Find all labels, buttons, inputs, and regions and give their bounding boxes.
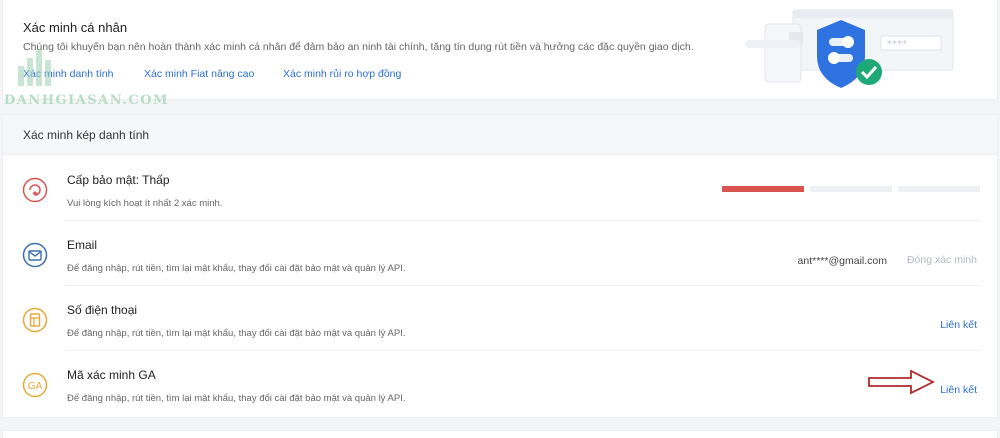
security-level-title: Cấp bảo mật: Thấp [67,173,170,187]
ga-description: Để đăng nhập, rút tiền, tìm lại mật khẩu… [67,393,406,404]
phone-description: Để đăng nhập, rút tiền, tìm lại mật khẩu… [67,328,406,339]
security-level-row: Cấp bảo mật: Thấp Vui lòng kích hoạt ít … [3,156,999,221]
two-factor-card: Xác minh kép danh tính Cấp bảo mật: Thấp… [2,114,998,418]
watermark-text: DANHGIASAN.COM [4,93,169,108]
phone-icon [22,307,48,333]
personal-verification-card: Xác minh cá nhân Chúng tôi khuyến bạn nê… [2,0,998,100]
email-row: Email Để đăng nhập, rút tiền, tìm lại mậ… [3,221,999,286]
link-ga-button[interactable]: Liên kết [940,384,977,396]
security-illustration: **** [745,9,954,88]
phone-row: Số điện thoại Để đăng nhập, rút tiền, tì… [3,286,999,351]
phone-title: Số điện thoại [67,303,138,317]
ga-icon: GA [22,372,48,398]
ga-icon-text: GA [28,381,43,392]
fiat-verification-link[interactable]: Xác minh Fiat nâng cao [144,68,283,80]
link-phone-button[interactable]: Liên kết [940,319,977,331]
two-factor-header: Xác minh kép danh tính [3,115,997,155]
ga-title: Mã xác minh GA [67,368,156,382]
security-level-segment-3 [898,186,980,192]
security-level-icon [22,177,48,203]
security-level-segment-2 [810,186,892,192]
security-level-bar [722,186,980,192]
security-level-description: Vui lòng kích hoạt ít nhất 2 xác minh. [67,198,223,209]
next-card [2,430,998,438]
illustration-password-text: **** [887,39,907,50]
arrow-icon [868,369,936,395]
watermark-logo [18,50,51,86]
ga-row: GA Mã xác minh GA Để đăng nhập, rút tiền… [3,351,999,416]
security-level-segment-1 [722,186,804,192]
personal-verification-links: Xác minh danh tính Xác minh Fiat nâng ca… [23,68,401,80]
email-title: Email [67,238,98,252]
email-icon [22,242,48,268]
email-description: Để đăng nhập, rút tiền, tìm lại mật khẩu… [67,263,406,274]
contract-risk-verification-link[interactable]: Xác minh rủi ro hợp đồng [283,68,401,80]
personal-verification-title: Xác minh cá nhân [23,20,128,35]
personal-verification-description: Chúng tôi khuyến bạn nên hoàn thành xác … [23,41,694,53]
email-value: ant****@gmail.com [797,255,887,267]
close-email-verification-button[interactable]: Đóng xác minh [907,254,977,266]
